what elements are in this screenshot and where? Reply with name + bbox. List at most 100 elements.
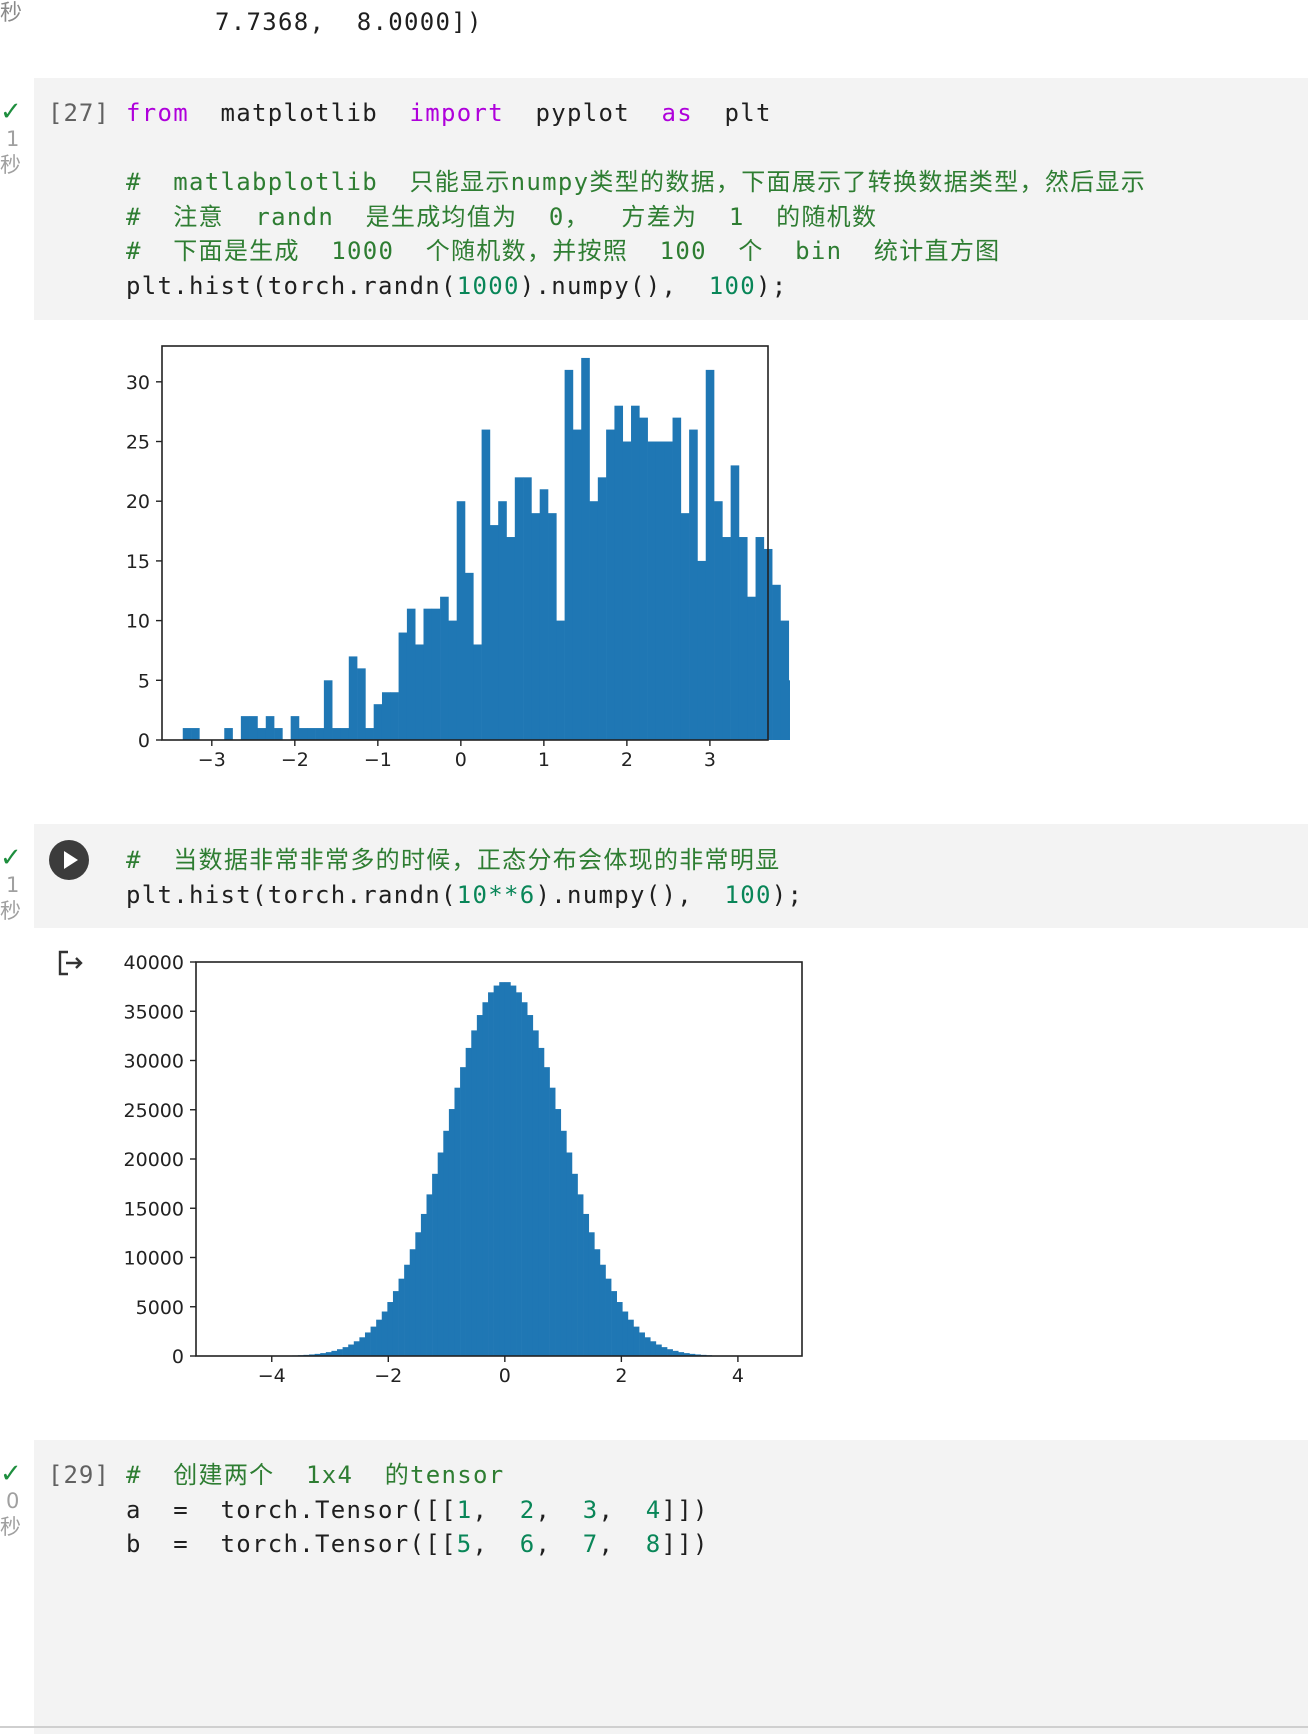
histogram-bar <box>404 1264 411 1356</box>
y-tick-label: 40000 <box>124 952 184 974</box>
number-token: 5 <box>456 1530 473 1559</box>
y-tick-label: 20000 <box>124 1149 184 1171</box>
number-token: 2 <box>519 1495 536 1524</box>
histogram-bar <box>431 608 441 740</box>
number-token: 8 <box>645 1530 662 1559</box>
code-token: , <box>535 1530 583 1559</box>
y-tick-label: 0 <box>138 730 150 752</box>
histogram-bar <box>488 992 494 1356</box>
execution-count: [27] <box>48 99 110 127</box>
code-line[interactable]: # matlabplotlib 只能显示numpy类型的数据，下面展示了转换数据… <box>126 163 1146 201</box>
histogram-bar <box>614 405 624 740</box>
histogram-bar <box>315 728 325 740</box>
code-token: , <box>598 1530 646 1559</box>
histogram-bar <box>680 513 690 740</box>
y-tick-label: 30000 <box>124 1051 184 1073</box>
number-token: 1 <box>456 1495 473 1524</box>
histogram-bar <box>548 513 557 740</box>
histogram-bar <box>290 716 300 740</box>
histogram-bar <box>432 1173 439 1356</box>
histogram-bar <box>644 1337 651 1356</box>
y-tick-label: 15000 <box>124 1198 184 1220</box>
histogram-bar <box>420 1213 427 1356</box>
histogram-bar <box>398 632 408 740</box>
histogram-bar <box>650 1341 657 1356</box>
number-token: 10**6 <box>456 880 536 909</box>
comment-token: # 当数据非常非常多的时候，正态分布会体现的非常明显 <box>126 846 781 874</box>
histogram-bar <box>465 572 474 740</box>
histogram-bar <box>365 728 374 740</box>
histogram-bar <box>555 1109 562 1356</box>
code-line[interactable]: # 下面是生成 1000 个随机数，并按照 100 个 bin 统计直方图 <box>126 232 1000 270</box>
y-tick-label: 35000 <box>124 1001 184 1023</box>
histogram-bar <box>606 429 615 740</box>
code-token: ); <box>771 880 804 909</box>
histogram-bar <box>523 477 532 740</box>
runtime-value: 1 <box>6 873 20 897</box>
code-token: ).numpy(), <box>519 272 709 300</box>
code-token: ]]) <box>661 1495 709 1524</box>
histogram-bar <box>514 477 524 740</box>
number-token: 4 <box>645 1495 662 1524</box>
x-tick-label: 4 <box>732 1365 744 1387</box>
histogram-bar <box>381 692 391 740</box>
code-line[interactable]: from matplotlib import pyplot as plt <box>126 94 772 132</box>
check-icon: ✓ <box>0 843 22 873</box>
code-token: ).numpy(), <box>535 880 725 909</box>
histogram-bar <box>406 608 416 740</box>
y-tick-label: 10000 <box>124 1248 184 1270</box>
keyword-token: as <box>661 99 693 127</box>
code-token: , <box>472 1495 520 1524</box>
histogram-bar <box>689 429 698 740</box>
code-token: ]]) <box>661 1530 709 1559</box>
runtime-unit: 秒 <box>0 153 21 177</box>
histogram-bar <box>655 1344 662 1356</box>
code-line[interactable]: a = torch.Tensor([[1, 2, 3, 4]]) <box>126 1491 709 1529</box>
histogram-bar <box>521 1002 528 1356</box>
histogram-bar <box>705 369 715 740</box>
histogram-bar <box>655 441 665 740</box>
histogram-bar <box>597 477 607 740</box>
histogram-bar <box>631 405 640 740</box>
x-tick-label: 0 <box>499 1365 511 1387</box>
run-cell-button[interactable] <box>49 840 89 880</box>
histogram-bar <box>473 644 482 740</box>
code-line[interactable]: b = torch.Tensor([[5, 6, 7, 8]]) <box>126 1525 709 1563</box>
histogram-bar <box>722 537 731 740</box>
x-tick-label: 3 <box>704 749 716 771</box>
histogram-bar <box>456 501 466 740</box>
code-token: pyplot <box>504 99 662 127</box>
cell-status: ✓ 1 秒 <box>0 844 34 924</box>
histogram-bar <box>589 501 599 740</box>
histogram-bar <box>415 1232 422 1356</box>
histogram-bar <box>224 728 233 740</box>
output-redirect-icon[interactable] <box>54 946 88 980</box>
comment-token: # 注意 randn 是生成均值为 0， 方差为 1 的随机数 <box>126 202 878 231</box>
histogram-bar <box>437 1152 444 1356</box>
histogram-bar <box>538 1047 545 1356</box>
code-line[interactable]: plt.hist(torch.randn(1000).numpy(), 100)… <box>126 267 787 305</box>
histogram-bar <box>697 560 707 740</box>
histogram-bar <box>370 1326 377 1356</box>
code-token: matplotlib <box>189 99 410 127</box>
x-tick-label: −4 <box>258 1365 286 1387</box>
code-token: plt.hist(torch.randn( <box>126 880 457 909</box>
play-icon <box>64 851 78 869</box>
histogram-bar <box>340 728 350 740</box>
histogram-bar <box>191 728 200 740</box>
histogram-bar <box>274 728 283 740</box>
x-tick-label: −2 <box>374 1365 402 1387</box>
histogram-bar <box>788 680 790 740</box>
histogram-bar <box>581 357 590 740</box>
code-line[interactable]: plt.hist(torch.randn(10**6).numpy(), 100… <box>126 876 803 914</box>
code-line[interactable]: # 注意 randn 是生成均值为 0， 方差为 1 的随机数 <box>126 198 877 236</box>
histogram-bar <box>476 1015 483 1356</box>
code-line[interactable]: # 当数据非常非常多的时候，正态分布会体现的非常明显 <box>126 841 780 879</box>
histogram-bar <box>440 596 449 740</box>
histogram-bar <box>672 417 682 740</box>
y-tick-label: 0 <box>172 1346 184 1368</box>
runtime-unit: 秒 <box>0 1515 21 1539</box>
code-line[interactable]: # 创建两个 1x4 的tensor <box>126 1456 505 1494</box>
histogram-bar <box>448 1109 455 1356</box>
number-token: 7 <box>582 1530 599 1559</box>
